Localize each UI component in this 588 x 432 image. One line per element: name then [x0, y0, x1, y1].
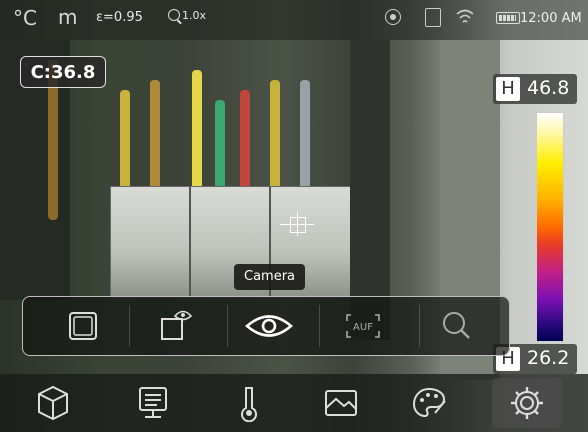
zoom-value: 1.0x — [182, 9, 207, 22]
mode-tooltip: Camera — [234, 264, 306, 290]
image-button[interactable] — [306, 378, 376, 428]
zoom-indicator[interactable]: 1.0x — [168, 9, 206, 22]
temperature-unit[interactable]: °C — [13, 6, 37, 30]
settings-button[interactable] — [492, 378, 562, 428]
scene-cable — [350, 40, 390, 340]
fullscreen-thermal-button[interactable] — [53, 305, 113, 347]
toolbar-separator — [129, 305, 130, 347]
status-bar: °C m ε=0.95 1.0x 12:00 AM — [0, 0, 588, 40]
monitor-button[interactable] — [118, 378, 188, 428]
center-temperature-readout: C:36.8 — [20, 56, 106, 88]
low-temperature-value: 26.2 — [527, 347, 570, 369]
record-icon — [385, 9, 401, 25]
package-icon — [38, 385, 68, 421]
thermometer-button[interactable] — [214, 378, 284, 428]
package-button[interactable] — [18, 378, 88, 428]
settings-gear-icon — [511, 387, 543, 419]
scene-wire — [215, 100, 225, 200]
thermometer-icon — [241, 387, 257, 422]
battery-icon — [496, 12, 520, 24]
clock: 12:00 AM — [520, 11, 582, 26]
toolbar-separator — [419, 305, 420, 347]
zoom-button[interactable] — [427, 305, 487, 347]
measure-mode[interactable]: m — [58, 5, 77, 29]
scene-wire — [300, 80, 310, 200]
bottom-menu — [0, 374, 588, 432]
high-temperature-value: 46.8 — [527, 77, 570, 99]
image-icon — [325, 390, 357, 416]
auto-focus-button[interactable]: AUF — [333, 305, 393, 347]
image-mode-toolbar: AUF — [22, 296, 510, 356]
magnifier-icon — [168, 9, 180, 21]
toolbar-separator — [319, 305, 320, 347]
scene-wire — [270, 80, 280, 200]
high-tag: H — [496, 77, 520, 101]
emissivity-value[interactable]: ε=0.95 — [96, 10, 143, 25]
scale-high-label[interactable]: H 46.8 — [493, 74, 577, 104]
wifi-icon — [455, 8, 475, 26]
scene-wire — [150, 80, 160, 200]
palette-icon — [412, 387, 446, 418]
camera-mode-button[interactable] — [239, 305, 299, 347]
center-crosshair — [280, 212, 314, 236]
picture-in-picture-button[interactable] — [145, 305, 205, 347]
scene-wire — [240, 90, 250, 200]
scene-breaker-panel — [110, 186, 352, 298]
svg-text:AUF: AUF — [353, 322, 373, 333]
monitor-icon — [139, 387, 167, 418]
color-palette-bar — [536, 112, 564, 342]
scene-wire — [120, 90, 130, 200]
toolbar-separator — [227, 305, 228, 347]
palette-button[interactable] — [394, 378, 464, 428]
sd-card-icon — [425, 8, 441, 27]
scene-wire — [192, 70, 202, 200]
